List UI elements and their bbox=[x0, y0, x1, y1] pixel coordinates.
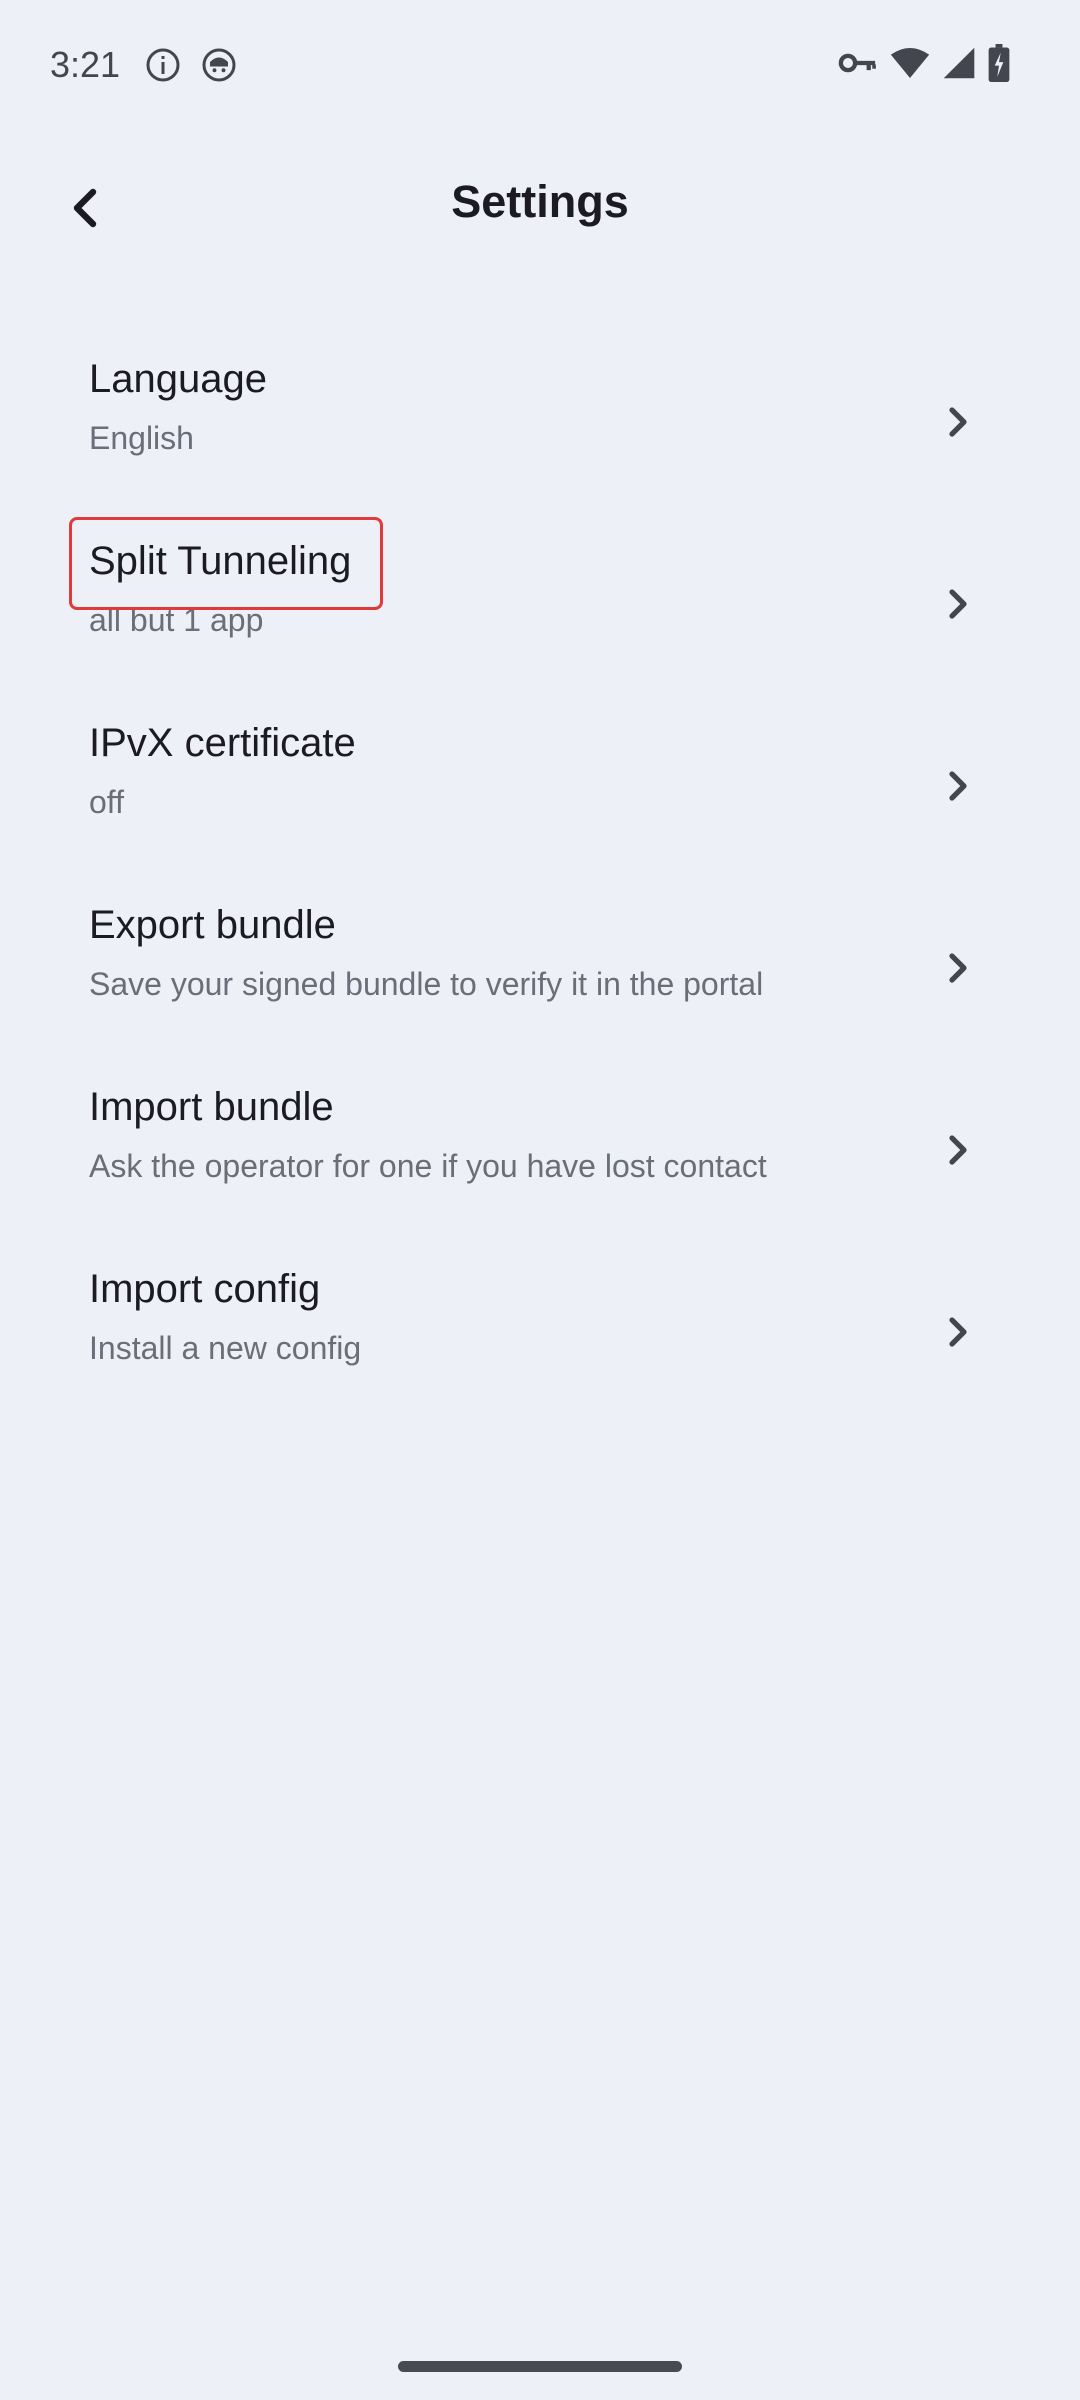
settings-item-subtitle: all but 1 app bbox=[89, 602, 264, 638]
settings-item-export-bundle[interactable]: Export bundle Save your signed bundle to… bbox=[0, 876, 1080, 1058]
top-app-bar: Settings bbox=[0, 140, 1080, 265]
status-system-icons bbox=[838, 44, 1010, 82]
settings-item-import-bundle[interactable]: Import bundle Ask the operator for one i… bbox=[0, 1058, 1080, 1240]
page-title: Settings bbox=[451, 176, 629, 227]
settings-item-title: Import bundle bbox=[89, 1085, 334, 1129]
battery-charging-icon bbox=[988, 44, 1010, 82]
settings-item-title: Export bundle bbox=[89, 903, 336, 947]
chevron-right-icon bbox=[928, 1302, 988, 1362]
chevron-right-icon bbox=[928, 756, 988, 816]
settings-item-subtitle: English bbox=[89, 420, 194, 456]
chevron-right-icon bbox=[928, 938, 988, 998]
status-bar: 3:21 bbox=[0, 0, 1080, 130]
chevron-right-icon bbox=[928, 1120, 988, 1180]
cellular-signal-icon bbox=[942, 46, 976, 80]
settings-item-subtitle: Install a new config bbox=[89, 1330, 362, 1366]
vpn-key-icon bbox=[838, 48, 878, 78]
settings-item-subtitle: Ask the operator for one if you have los… bbox=[89, 1148, 767, 1184]
chevron-right-icon bbox=[928, 392, 988, 452]
settings-item-import-config[interactable]: Import config Install a new config bbox=[0, 1240, 1080, 1422]
home-indicator[interactable] bbox=[398, 2361, 682, 2372]
settings-item-subtitle: Save your signed bundle to verify it in … bbox=[89, 966, 764, 1002]
settings-list: Language English Split Tunneling all but… bbox=[0, 330, 1080, 1422]
settings-item-title: Language bbox=[89, 357, 267, 401]
chevron-right-icon bbox=[928, 574, 988, 634]
settings-item-title: Split Tunneling bbox=[89, 539, 352, 583]
settings-item-title: Import config bbox=[89, 1267, 321, 1311]
status-notification-icons bbox=[145, 47, 237, 83]
settings-item-split-tunneling[interactable]: Split Tunneling all but 1 app bbox=[0, 512, 1080, 694]
app-notification-icon bbox=[201, 47, 237, 83]
status-time: 3:21 bbox=[50, 44, 121, 85]
settings-screen: 3:21 Settings Language English Split Tun… bbox=[0, 0, 1080, 2400]
settings-item-ipvx-certificate[interactable]: IPvX certificate off bbox=[0, 694, 1080, 876]
settings-item-language[interactable]: Language English bbox=[0, 330, 1080, 512]
wifi-icon bbox=[890, 46, 930, 80]
settings-item-title: IPvX certificate bbox=[89, 721, 356, 765]
info-icon bbox=[145, 47, 181, 83]
settings-item-subtitle: off bbox=[89, 784, 124, 820]
